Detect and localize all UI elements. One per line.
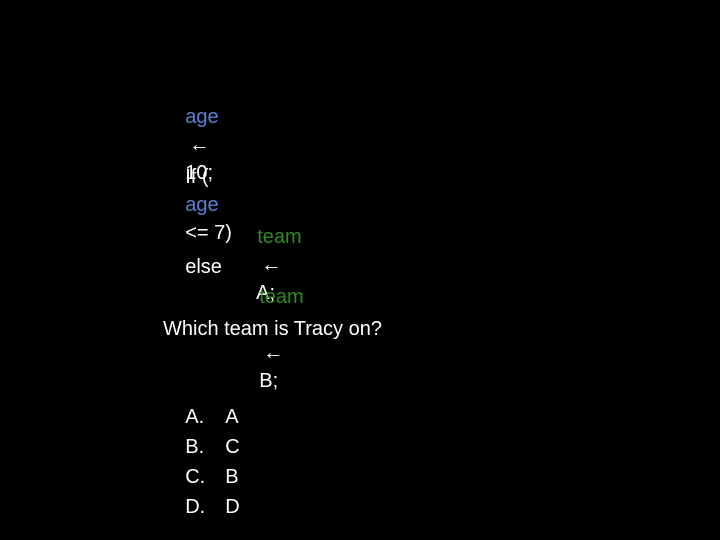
variable-age: age (185, 194, 219, 216)
code-line-if: If ( age <= 7) (163, 135, 232, 244)
variable-team: team (257, 226, 302, 248)
code-line-else: else (163, 225, 222, 278)
variable-age: age (185, 106, 219, 128)
answer-option-a[interactable]: A. A (163, 375, 238, 428)
code-line-else-assign: team ← B; (237, 255, 303, 392)
else-keyword: else (185, 256, 222, 278)
answer-option-c[interactable]: C. B (163, 435, 238, 488)
assigned-value: B; (259, 370, 279, 392)
answer-option-b[interactable]: B. C (163, 405, 239, 458)
question-text: Which team is Tracy on? (163, 318, 382, 340)
code-line-assign-age: age ← 10; (163, 75, 218, 184)
answer-option-d[interactable]: D. D (163, 465, 239, 518)
assign-arrow-icon: ← (263, 342, 284, 364)
variable-team: team (259, 286, 304, 308)
code-line-then-assign: team ← A; (235, 195, 302, 304)
slide: age ← 10; If ( age <= 7) team ← A; else … (0, 0, 720, 540)
if-keyword: If ( (185, 166, 209, 188)
option-value: D (225, 496, 240, 518)
option-letter: D. (185, 496, 206, 518)
